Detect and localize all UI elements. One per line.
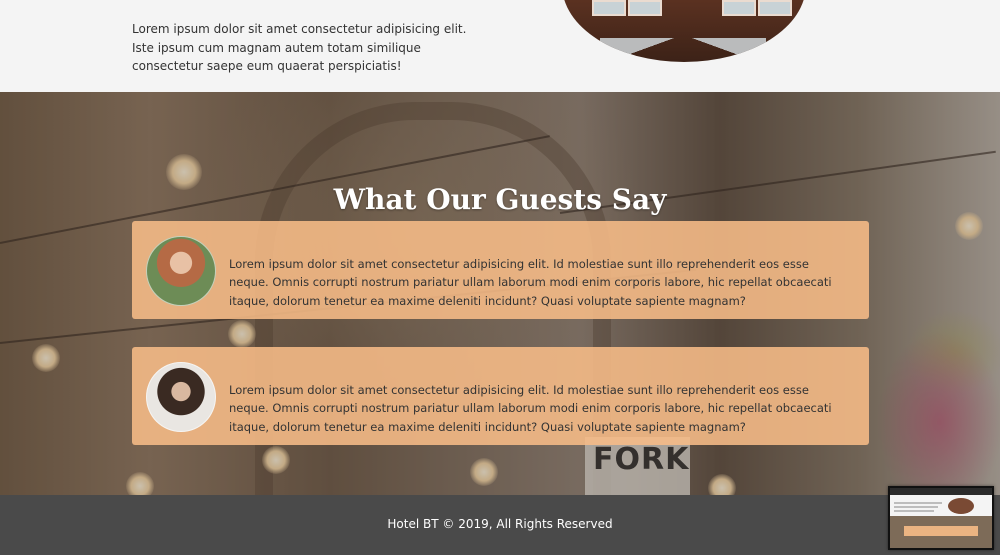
hotel-photo-circle <box>562 0 806 62</box>
intro-section: Lorem ipsum dolor sit amet consectetur a… <box>0 0 1000 92</box>
avatar <box>146 236 216 306</box>
footer-copyright: Hotel BT © 2019, All Rights Reserved <box>387 517 613 531</box>
preview-text-line <box>894 506 938 508</box>
testimonial-quote: Lorem ipsum dolor sit amet consectetur a… <box>229 382 832 434</box>
testimonials-section: FORK What Our Guests Say Lorem ipsum dol… <box>0 92 1000 495</box>
testimonial-quote: Lorem ipsum dolor sit amet consectetur a… <box>229 256 832 308</box>
awning-shape <box>600 38 766 62</box>
footer: Hotel BT © 2019, All Rights Reserved <box>0 495 1000 555</box>
preview-card <box>904 526 978 536</box>
page-preview-thumbnail[interactable] <box>888 486 994 550</box>
window-shape <box>592 0 626 16</box>
avatar <box>146 362 216 432</box>
preview-text-line <box>894 510 934 512</box>
intro-paragraph: Lorem ipsum dolor sit amet consectetur a… <box>132 22 467 73</box>
preview-text-line <box>894 502 942 504</box>
preview-photo <box>948 498 974 514</box>
window-shape <box>758 0 792 16</box>
window-shape <box>722 0 756 16</box>
section-title: What Our Guests Say <box>333 183 667 217</box>
testimonial-card: Lorem ipsum dolor sit amet consectetur a… <box>132 347 869 445</box>
preview-navbar <box>890 488 992 495</box>
testimonial-card: Lorem ipsum dolor sit amet consectetur a… <box>132 221 869 319</box>
window-shape <box>628 0 662 16</box>
